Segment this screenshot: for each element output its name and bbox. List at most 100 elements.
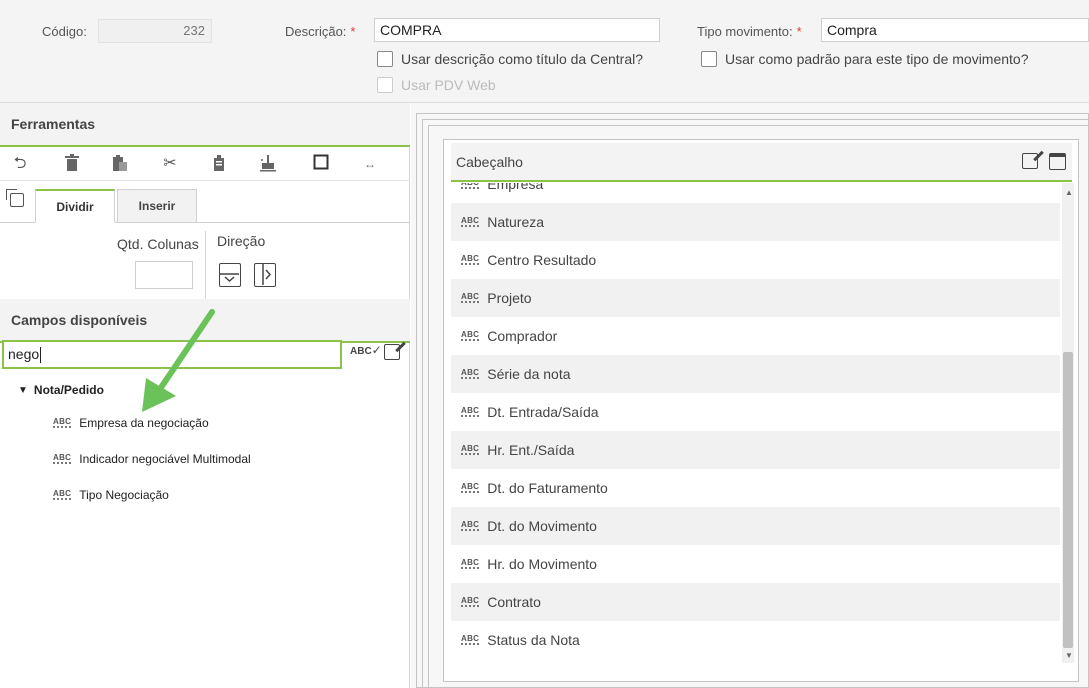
scrollbar-thumb[interactable]	[1063, 352, 1073, 648]
codigo-field: 232	[98, 19, 212, 43]
direction-horizontal-button[interactable]	[254, 263, 276, 287]
abc-field-icon: ABC	[461, 520, 480, 531]
edit-icon[interactable]	[1022, 153, 1038, 169]
trash-icon[interactable]	[62, 154, 82, 174]
tree-item[interactable]: ABC Indicador negociável Multimodal	[53, 452, 251, 466]
usar-titulo-checkbox-row[interactable]: Usar descrição como título da Central?	[377, 51, 643, 67]
cabecalho-field-list[interactable]: ABC Empresa ABC Natureza ABC Centro Resultado…	[451, 183, 1060, 663]
abc-field-icon: ABC	[461, 183, 480, 189]
list-item[interactable]: ABC Empresa	[451, 183, 1060, 203]
calendar-icon[interactable]	[1049, 153, 1066, 170]
tree-item-label: Indicador negociável Multimodal	[79, 452, 251, 466]
descricao-input[interactable]: COMPRA	[374, 18, 660, 42]
list-item-label: Projeto	[487, 290, 532, 306]
list-item-label: Empresa	[487, 183, 544, 192]
abc-field-icon: ABC	[461, 330, 480, 341]
abc-field-icon: ABC	[461, 406, 480, 417]
tree-group-label: Nota/Pedido	[33, 383, 104, 397]
tree-item-label: Tipo Negociação	[79, 488, 169, 502]
edit-icon[interactable]	[384, 344, 400, 360]
dividir-inserir-area: Dividir Inserir Qtd. Colunas Direção	[0, 181, 410, 301]
required-mark: *	[796, 24, 802, 39]
list-item-label: Dt. do Movimento	[487, 518, 597, 534]
list-item[interactable]: ABC Hr. Ent./Saída	[451, 431, 1060, 469]
tipo-movimento-label: Tipo movimento: *	[697, 24, 802, 39]
abc-field-icon: ABC	[461, 368, 480, 379]
tipo-movimento-input[interactable]: Compra	[821, 18, 1089, 42]
campos-search-input[interactable]: nego	[2, 340, 342, 369]
list-item[interactable]: ABC Projeto	[451, 279, 1060, 317]
abc-field-icon: ABC	[461, 254, 480, 265]
tree-group-nota-pedido[interactable]: ▼ Nota/Pedido	[18, 383, 104, 397]
cabecalho-header: Cabeçalho	[451, 143, 1072, 182]
abc-field-icon: ABC	[461, 634, 480, 645]
usar-pdv-label: Usar PDV Web	[401, 77, 496, 93]
usar-pdv-checkbox-row: Usar PDV Web	[377, 77, 496, 93]
usar-padrao-label: Usar como padrão para este tipo de movim…	[725, 51, 1029, 67]
cabecalho-title: Cabeçalho	[456, 154, 523, 170]
tree-item[interactable]: ABC Empresa da negociação	[53, 416, 209, 430]
scroll-down-arrow[interactable]: ▼	[1065, 651, 1073, 660]
usar-padrao-checkbox[interactable]	[701, 51, 717, 67]
abc-field-icon: ABC	[461, 482, 480, 493]
copy-format-icon[interactable]	[210, 154, 230, 174]
list-item-label: Contrato	[487, 594, 541, 610]
paste-icon[interactable]	[110, 154, 130, 174]
list-item-label: Comprador	[487, 328, 558, 344]
abc-field-icon: ABC	[461, 292, 480, 303]
undo-icon[interactable]: ⮌	[10, 154, 30, 174]
list-item-label: Centro Resultado	[487, 252, 597, 268]
list-item-label: Status da Nota	[487, 632, 580, 648]
qtd-colunas-input[interactable]	[135, 261, 193, 289]
list-item[interactable]: ABC Hr. do Movimento	[451, 545, 1060, 583]
abc-field-icon: ABC	[53, 453, 72, 464]
list-item[interactable]: ABC Comprador	[451, 317, 1060, 355]
tab-dividir[interactable]: Dividir	[35, 189, 115, 223]
direcao-label: Direção	[217, 233, 266, 249]
list-item[interactable]: ABC Série da nota	[451, 355, 1060, 393]
list-item-label: Dt. do Faturamento	[487, 480, 608, 496]
abc-field-icon: ABC	[461, 596, 480, 607]
list-item-label: Dt. Entrada/Saída	[487, 404, 599, 420]
abc-field-icon: ABC	[461, 558, 480, 569]
direction-vertical-button[interactable]	[219, 263, 241, 287]
vertical-divider	[205, 231, 206, 301]
campos-disponiveis-title: Campos disponíveis	[0, 299, 410, 343]
abc-field-icon: ABC	[461, 444, 480, 455]
abc-check-icon[interactable]: ABC✓	[350, 343, 382, 357]
list-item-label: Hr. Ent./Saída	[487, 442, 575, 458]
list-item[interactable]: ABC Centro Resultado	[451, 241, 1060, 279]
align-icon[interactable]	[258, 154, 278, 174]
usar-titulo-label: Usar descrição como título da Central?	[401, 51, 643, 67]
tree-item[interactable]: ABC Tipo Negociação	[53, 488, 169, 502]
usar-titulo-checkbox[interactable]	[377, 51, 393, 67]
tools-toolbar: ⮌ ✂ ↔	[0, 147, 410, 181]
required-mark: *	[350, 24, 356, 39]
list-item-label: Série da nota	[487, 366, 571, 382]
cut-icon[interactable]: ✂	[160, 154, 180, 174]
expand-horizontal-icon[interactable]: ↔	[360, 154, 380, 174]
list-item[interactable]: ABC Dt. do Movimento	[451, 507, 1060, 545]
ferramentas-title: Ferramentas	[0, 103, 410, 147]
movement-header-form: Código: 232 Descrição: * COMPRA Tipo movi…	[0, 0, 1089, 103]
list-item[interactable]: ABC Dt. do Faturamento	[451, 469, 1060, 507]
list-item[interactable]: ABC Natureza	[451, 203, 1060, 241]
scroll-up-arrow[interactable]: ▲	[1065, 188, 1073, 197]
left-panel: Ferramentas ⮌ ✂ ↔ Dividir Inserir Qtd. C…	[0, 103, 410, 688]
list-item[interactable]: ABC Status da Nota	[451, 621, 1060, 659]
abc-field-icon: ABC	[461, 216, 480, 227]
abc-field-icon: ABC	[53, 417, 72, 428]
list-item-label: Hr. do Movimento	[487, 556, 597, 572]
descricao-label: Descrição: *	[285, 24, 356, 39]
codigo-label: Código:	[42, 24, 87, 39]
list-item[interactable]: ABC Contrato	[451, 583, 1060, 621]
list-item-label: Natureza	[487, 214, 545, 230]
list-item[interactable]: ABC Dt. Entrada/Saída	[451, 393, 1060, 431]
chevron-down-icon[interactable]: ▼	[18, 385, 28, 396]
copy-icon[interactable]	[6, 189, 24, 207]
tab-inserir[interactable]: Inserir	[117, 189, 197, 223]
square-icon[interactable]	[311, 154, 331, 174]
text-cursor	[40, 347, 42, 364]
usar-padrao-checkbox-row[interactable]: Usar como padrão para este tipo de movim…	[701, 51, 1029, 67]
qtd-colunas-label: Qtd. Colunas	[117, 236, 199, 252]
